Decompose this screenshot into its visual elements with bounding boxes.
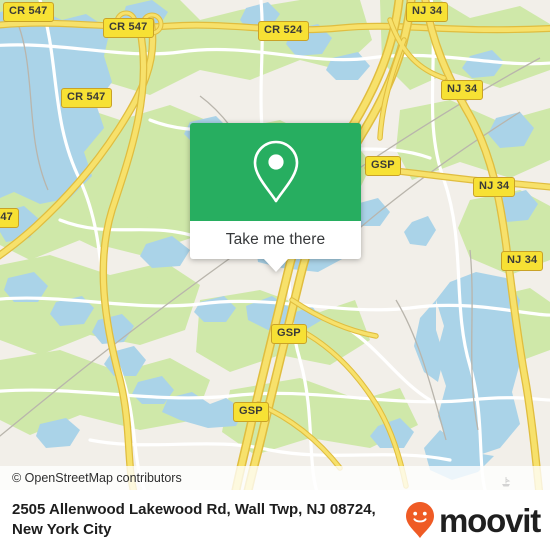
moovit-map-screenshot: CR 547 CR 547 CR 524 NJ 34 NJ 34 CR 547 GSP NJ … [0, 0, 550, 550]
road-shield: NJ 34 [441, 80, 484, 100]
address-block: 2505 Allenwood Lakewood Rd, Wall Twp, NJ… [12, 500, 405, 540]
road-shield: NJ 34 [501, 251, 544, 271]
take-me-there-label: Take me there [225, 231, 326, 248]
callout-header [190, 123, 361, 221]
road-shield: 547 [0, 208, 19, 228]
road-shield: CR 547 [103, 18, 154, 38]
road-shield: CR 547 [3, 2, 54, 22]
address-line: 2505 Allenwood Lakewood Rd, Wall Twp, NJ… [12, 501, 376, 519]
moovit-logo[interactable]: moovit [405, 501, 541, 539]
road-shield: GSP [271, 324, 307, 344]
road-shield: CR 524 [258, 21, 309, 41]
moovit-wordmark: moovit [439, 501, 541, 539]
map-attribution: © OpenStreetMap contributors [0, 466, 550, 490]
road-shield: NJ 34 [406, 2, 449, 22]
callout-pointer-tail [262, 258, 289, 272]
map-pin-icon [253, 140, 298, 203]
location-callout-card[interactable]: Take me there [190, 123, 361, 272]
bottom-info-bar: 2505 Allenwood Lakewood Rd, Wall Twp, NJ… [0, 490, 550, 550]
road-shield: NJ 34 [473, 177, 516, 197]
attribution-text: © OpenStreetMap contributors [12, 471, 182, 485]
road-shield: GSP [233, 402, 269, 422]
callout-footer[interactable]: Take me there [190, 221, 361, 272]
road-shield: GSP [365, 156, 401, 176]
moovit-pin-smile-icon [406, 502, 435, 538]
city-line: New York City [12, 521, 112, 538]
map-canvas[interactable]: CR 547 CR 547 CR 524 NJ 34 NJ 34 CR 547 GSP NJ … [0, 0, 550, 490]
road-shield: CR 547 [61, 88, 112, 108]
